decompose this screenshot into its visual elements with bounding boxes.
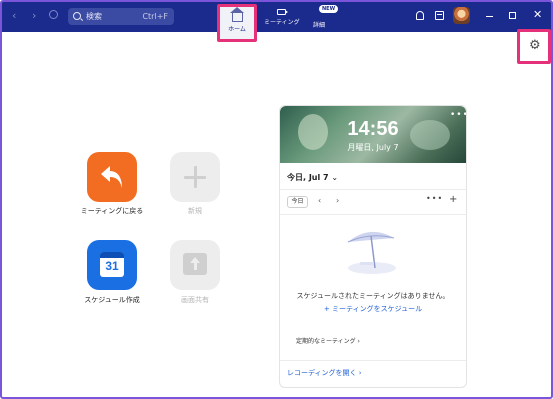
share-screen-label: 画面共有: [181, 296, 209, 304]
app-window: ‹ › 検索 Ctrl+F ミーティング NEW 詳細 ✕ ホーム ⚙ ミーティ…: [0, 0, 553, 399]
minimize-icon[interactable]: [486, 16, 493, 18]
tab-meetings-label: ミーティング: [264, 19, 300, 26]
gear-icon: ⚙: [529, 38, 541, 53]
calendar-header: [100, 252, 124, 258]
current-time: 14:56: [347, 118, 399, 140]
more-options-icon[interactable]: •••: [426, 194, 443, 203]
new-badge: NEW: [319, 5, 339, 13]
beach-umbrella-illustration: [347, 231, 396, 274]
clock-icon[interactable]: [49, 10, 58, 19]
title-bar: ‹ › 検索 Ctrl+F ミーティング NEW 詳細 ✕: [2, 2, 551, 32]
calendar-day: 31: [105, 259, 119, 273]
next-day-icon[interactable]: ›: [336, 196, 339, 205]
today-button[interactable]: 今日: [287, 196, 308, 208]
close-icon[interactable]: ✕: [533, 9, 542, 20]
recurring-meetings-link[interactable]: 定期的なミーティング ›: [296, 336, 360, 345]
bell-icon[interactable]: [416, 11, 424, 20]
return-to-meeting-label: ミーティングに戻る: [80, 207, 144, 215]
tab-home-label: ホーム: [228, 26, 246, 33]
search-shortcut: Ctrl+F: [142, 12, 168, 21]
chevron-down-icon: ⌄: [331, 173, 339, 182]
today-header: 今日, Jul 7: [287, 173, 329, 182]
search-icon: [73, 12, 81, 20]
video-camera-icon: [277, 9, 289, 15]
new-meeting-label: 新規: [188, 207, 202, 215]
schedule-label: スケジュール作成: [84, 296, 140, 304]
schedule-button[interactable]: 31: [87, 240, 137, 290]
calendar-panel: 14:56 月曜日, July 7 ••• 今日, Jul 7 ⌄ 今日 ‹ ›…: [279, 105, 467, 388]
tab-home[interactable]: ホーム: [217, 4, 257, 42]
calendar-icon: 31: [100, 252, 124, 277]
whiteboard-icon[interactable]: [435, 11, 444, 20]
hero-more-icon[interactable]: •••: [450, 110, 466, 120]
empty-state-message: スケジュールされたミーティングはありません。: [296, 292, 450, 300]
today-dropdown[interactable]: 今日, Jul 7 ⌄: [287, 172, 338, 183]
search-label: 検索: [86, 12, 102, 21]
share-arrow-stem: [193, 262, 197, 270]
tab-details[interactable]: 詳細: [313, 20, 325, 29]
search-box[interactable]: 検索 Ctrl+F: [68, 8, 174, 25]
share-up-arrow-icon: [183, 253, 207, 275]
clock-hero-image: 14:56 月曜日, July 7 •••: [280, 106, 466, 163]
new-meeting-button[interactable]: [170, 152, 220, 202]
divider: [280, 214, 466, 215]
return-arrow-icon: [101, 166, 122, 188]
avatar[interactable]: [453, 7, 470, 24]
current-date: 月曜日, July 7: [347, 143, 399, 152]
back-arrow-icon[interactable]: ‹: [12, 9, 16, 22]
add-event-icon[interactable]: +: [449, 194, 457, 205]
forward-arrow-icon[interactable]: ›: [32, 9, 36, 22]
plus-icon-bar: [184, 176, 206, 179]
share-screen-button[interactable]: [170, 240, 220, 290]
tab-meetings[interactable]: ミーティング: [264, 9, 300, 26]
prev-day-icon[interactable]: ‹: [318, 196, 321, 205]
divider: [280, 189, 466, 190]
maximize-icon[interactable]: [509, 12, 516, 19]
open-recordings-link[interactable]: レコーディングを開く ›: [287, 368, 362, 378]
divider: [280, 360, 466, 361]
settings-button[interactable]: ⚙: [517, 29, 551, 64]
home-icon-body: [232, 12, 243, 22]
return-to-meeting-button[interactable]: [87, 152, 137, 202]
schedule-meeting-link[interactable]: + ミーティングをスケジュール: [280, 304, 466, 314]
